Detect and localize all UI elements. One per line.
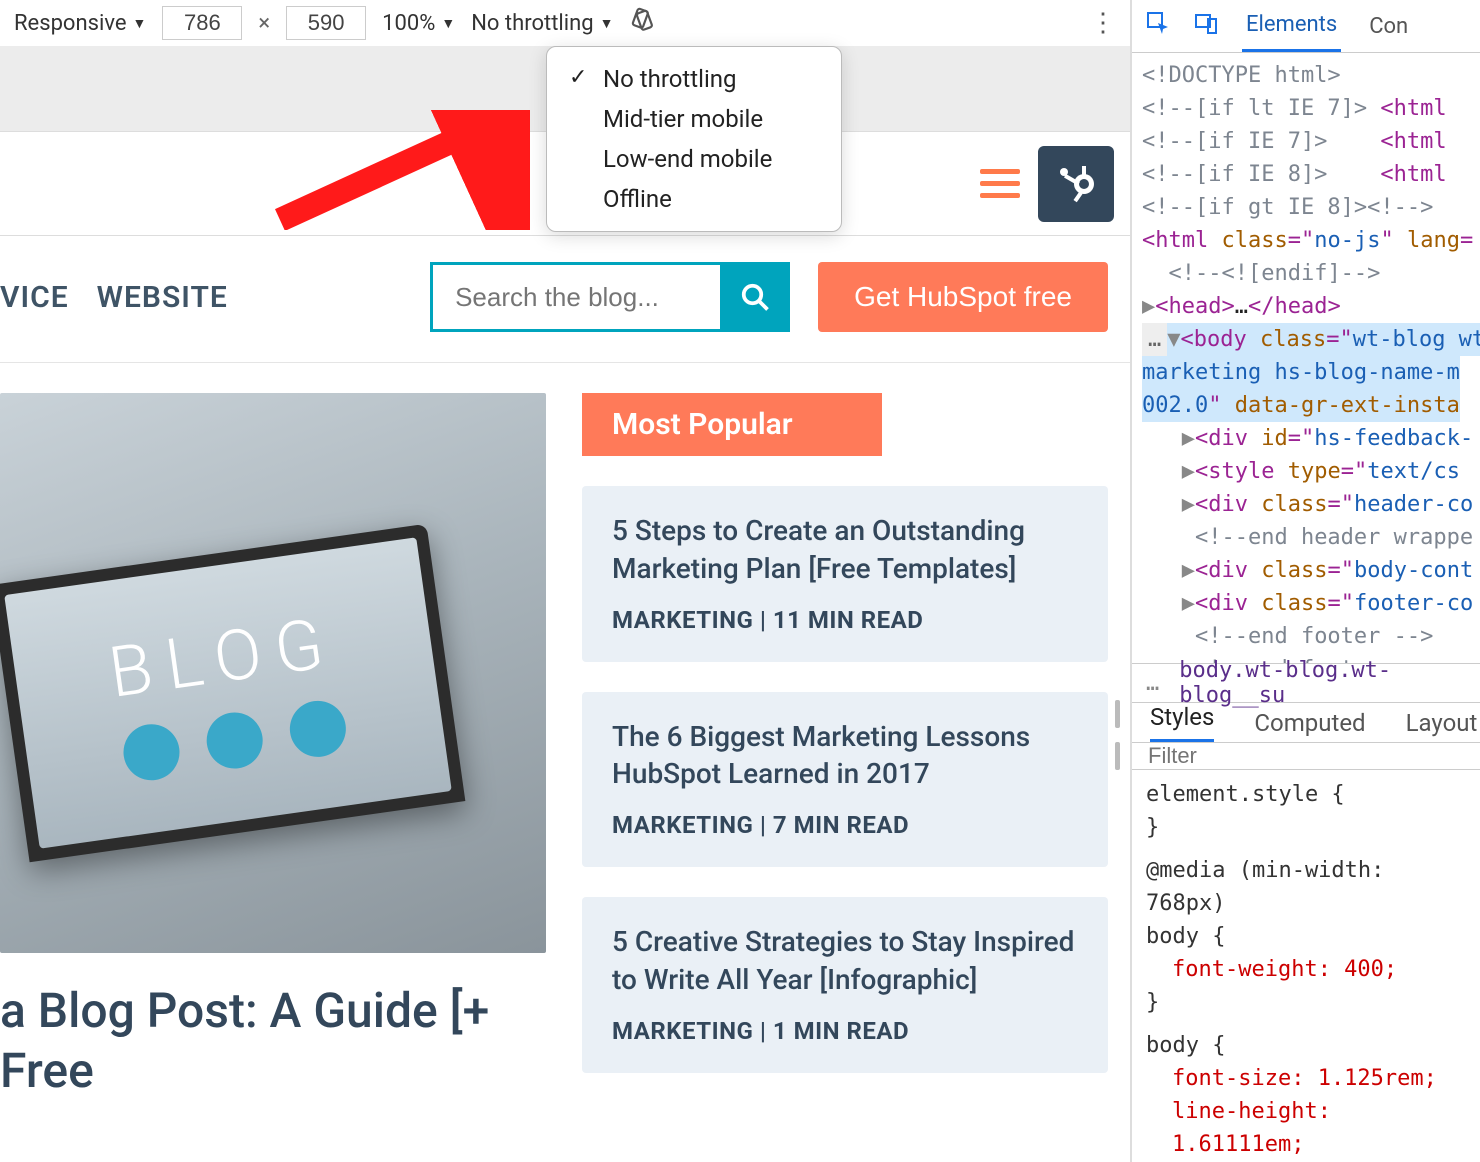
most-popular-heading: Most Popular	[582, 393, 882, 456]
popular-card[interactable]: 5 Steps to Create an Outstanding Marketi…	[582, 486, 1108, 662]
card-meta: MARKETING | 7 MIN READ	[612, 811, 1078, 839]
chevron-down-icon: ▼	[441, 15, 455, 32]
card-title: The 6 Biggest Marketing Lessons HubSpot …	[612, 718, 1078, 794]
panel-resize-handle[interactable]	[1110, 700, 1124, 770]
card-meta: MARKETING | 11 MIN READ	[612, 606, 1078, 634]
article-hero-image: BLOG	[0, 393, 546, 953]
search-icon	[740, 282, 770, 312]
article-title[interactable]: a Blog Post: A Guide [+ Free	[0, 981, 546, 1101]
viewport-height-input[interactable]	[286, 6, 366, 40]
device-toolbar: Responsive ▼ × 100% ▼ No throttling ▼ ⋮	[0, 0, 1130, 46]
search-button[interactable]	[720, 262, 790, 332]
card-meta: MARKETING | 1 MIN READ	[612, 1017, 1078, 1045]
more-options-icon[interactable]: ⋮	[1090, 17, 1116, 30]
tab-elements[interactable]: Elements	[1242, 0, 1341, 52]
chevron-down-icon: ▼	[133, 15, 147, 32]
device-mode-label: Responsive	[14, 11, 127, 36]
nav-link-website[interactable]: WEBSITE	[97, 280, 228, 315]
devtools-panel: Elements Con <!DOCTYPE html> <!--[if lt …	[1130, 0, 1480, 1162]
card-title: 5 Steps to Create an Outstanding Marketi…	[612, 512, 1078, 588]
dom-tree[interactable]: <!DOCTYPE html> <!--[if lt IE 7]> <html …	[1132, 53, 1480, 663]
toggle-device-icon[interactable]	[1194, 11, 1218, 41]
throttling-dropdown[interactable]: No throttling ▼	[471, 11, 613, 36]
throttling-menu: No throttling Mid-tier mobile Low-end mo…	[546, 46, 842, 232]
tab-styles[interactable]: Styles	[1150, 703, 1214, 742]
dom-breadcrumb[interactable]: … body.wt-blog.wt-blog__su	[1132, 663, 1480, 703]
nav-row: VICE WEBSITE Get HubSpot free	[0, 236, 1130, 363]
hero-text: BLOG	[104, 602, 342, 715]
viewport-width-input[interactable]	[162, 6, 242, 40]
rotate-icon[interactable]	[629, 7, 655, 39]
chevron-down-icon: ▼	[600, 15, 614, 32]
tab-console[interactable]: Con	[1365, 2, 1412, 51]
cta-button[interactable]: Get HubSpot free	[818, 262, 1108, 332]
zoom-label: 100%	[382, 11, 435, 36]
nav-link-service[interactable]: VICE	[0, 280, 69, 315]
inspect-element-icon[interactable]	[1146, 11, 1170, 41]
search-input[interactable]	[430, 262, 720, 332]
popular-card[interactable]: 5 Creative Strategies to Stay Inspired t…	[582, 897, 1108, 1073]
throttling-option-lowend[interactable]: Low-end mobile	[547, 139, 841, 179]
device-mode-dropdown[interactable]: Responsive ▼	[14, 11, 146, 36]
throttling-label: No throttling	[471, 11, 593, 36]
throttling-option-midtier[interactable]: Mid-tier mobile	[547, 99, 841, 139]
dimension-separator: ×	[258, 11, 270, 36]
popular-card[interactable]: The 6 Biggest Marketing Lessons HubSpot …	[582, 692, 1108, 868]
throttling-option-offline[interactable]: Offline	[547, 179, 841, 219]
hubspot-logo[interactable]	[1038, 146, 1114, 222]
throttling-option-none[interactable]: No throttling	[547, 59, 841, 99]
zoom-dropdown[interactable]: 100% ▼	[382, 11, 455, 36]
hamburger-icon[interactable]	[980, 169, 1020, 198]
tab-layout[interactable]: Layout	[1406, 709, 1478, 737]
css-rules[interactable]: element.style { } @media (min-width: 768…	[1132, 770, 1480, 1162]
card-title: 5 Creative Strategies to Stay Inspired t…	[612, 923, 1078, 999]
styles-filter-input[interactable]	[1132, 743, 1480, 770]
tab-computed[interactable]: Computed	[1254, 709, 1365, 737]
